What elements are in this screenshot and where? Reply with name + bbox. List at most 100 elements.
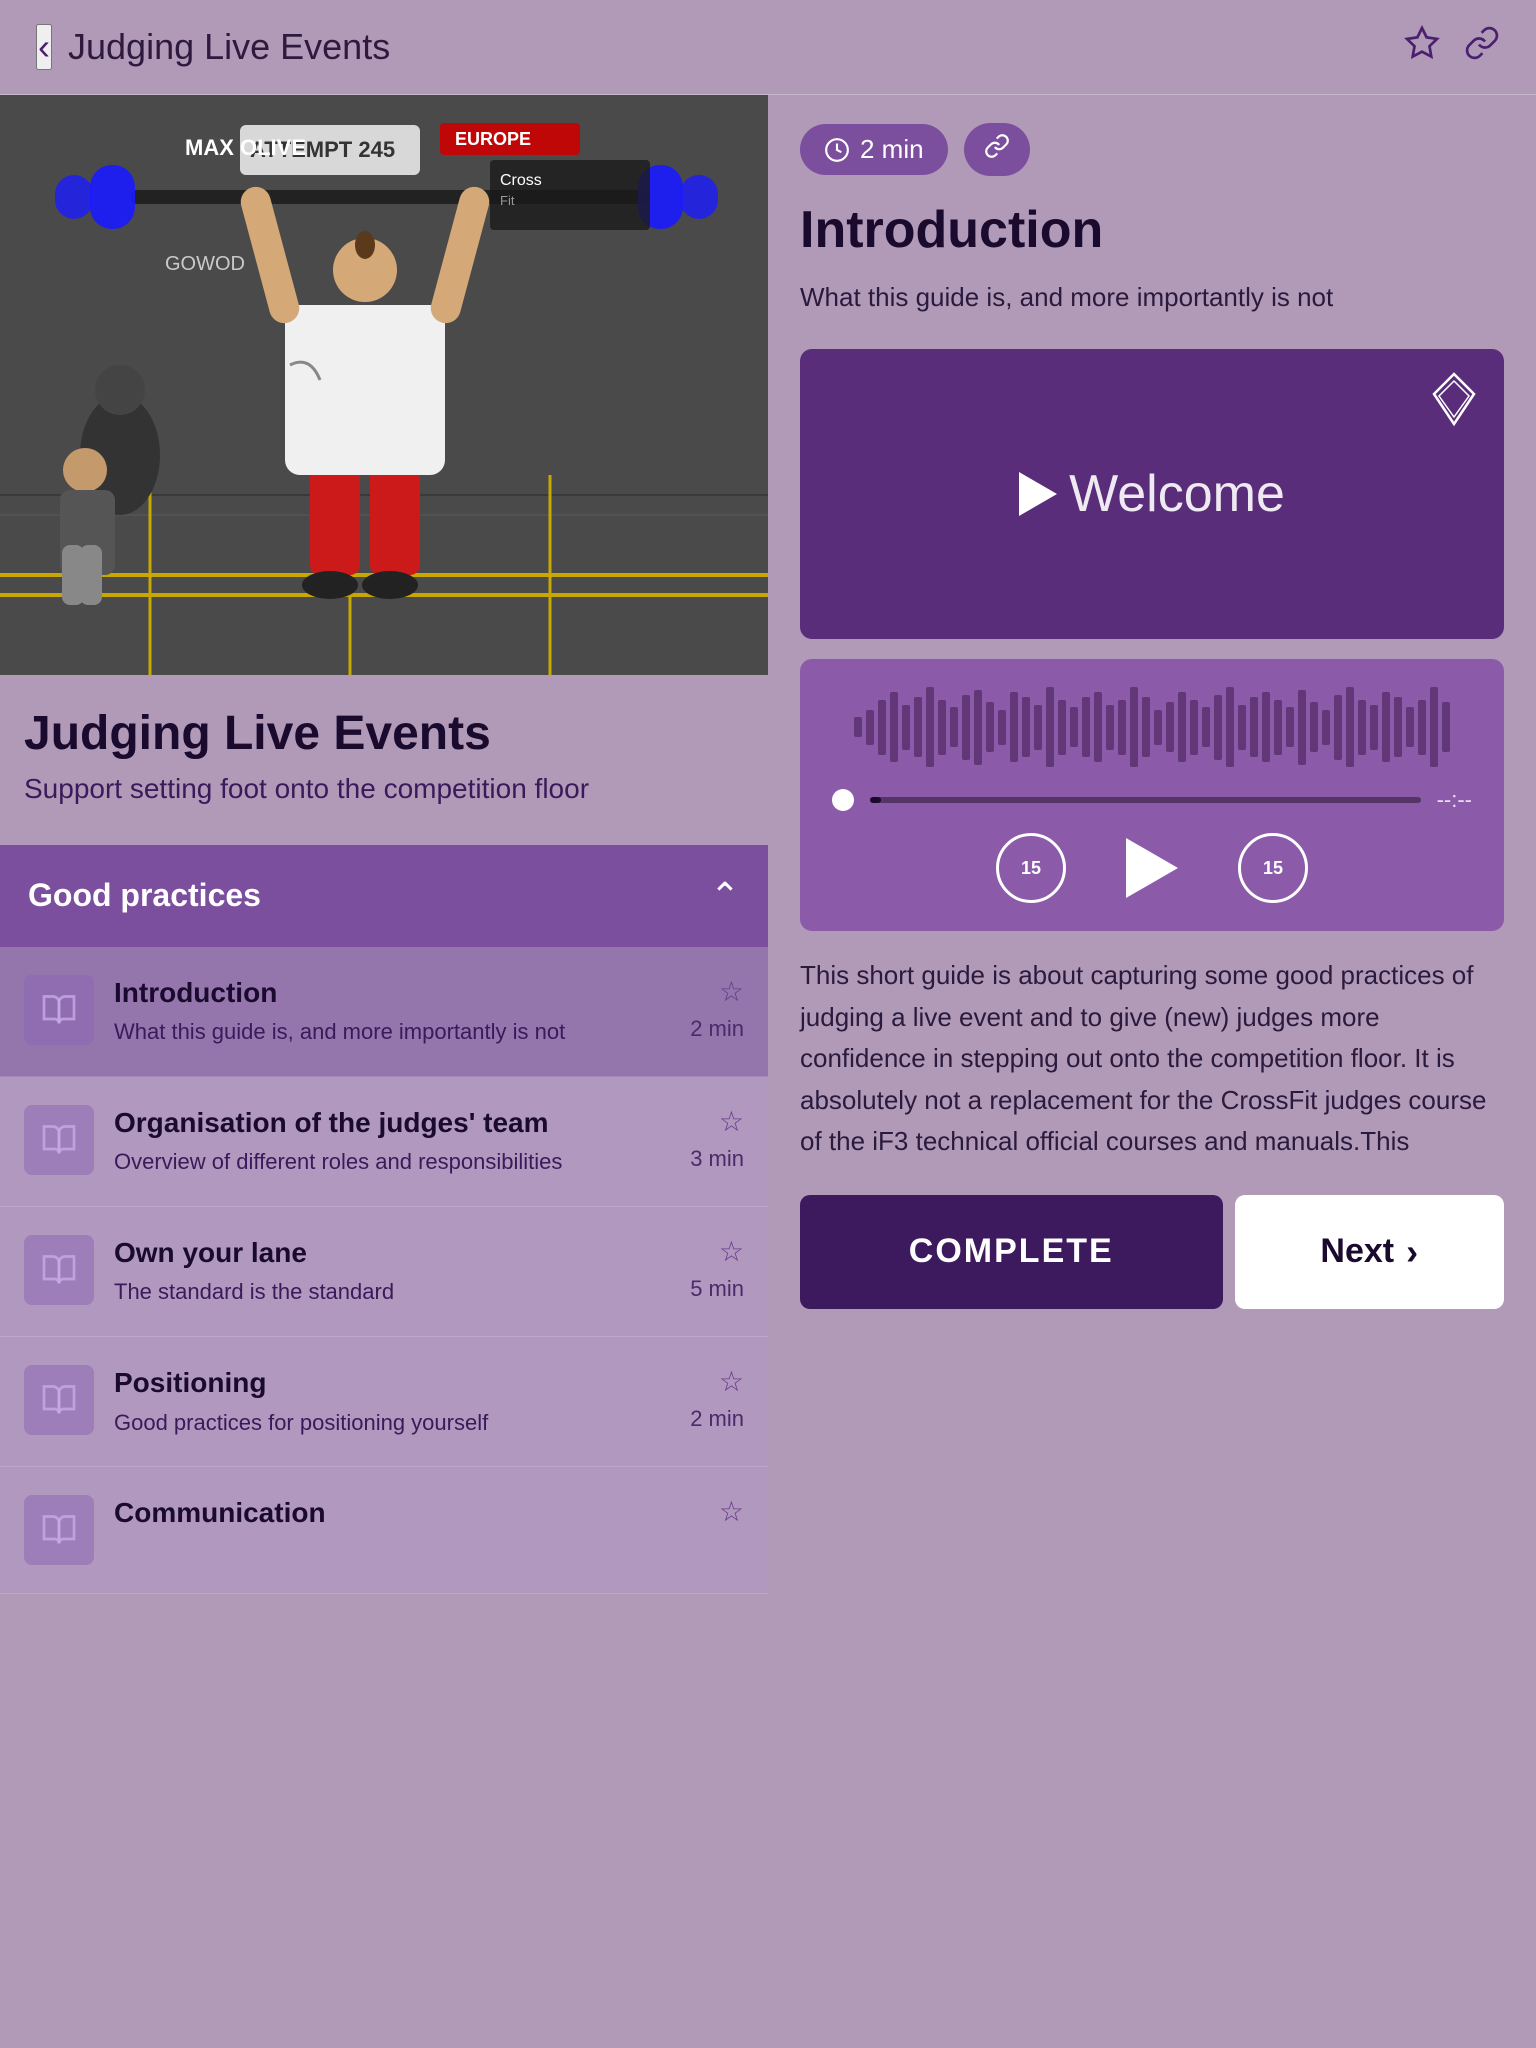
complete-button[interactable]: COMPLETE [800,1195,1223,1309]
waveform-bar [1334,695,1342,760]
waveform-bar [1070,707,1078,747]
waveform-bar [962,695,970,760]
waveform-bar [1082,697,1090,757]
lesson-meta-introduction: ☆ 2 min [690,975,744,1042]
waveform-bar [1310,702,1318,752]
lesson-name: Introduction [114,975,670,1011]
bookmark-star-organisation[interactable]: ☆ [719,1105,744,1138]
lesson-meta-own-your-lane: ☆ 5 min [690,1235,744,1302]
waveform-bar [938,700,946,755]
lesson-desc-organisation: Overview of different roles and responsi… [114,1147,670,1178]
waveform-bar [1394,697,1402,757]
lesson-icon-box-organisation [24,1105,94,1175]
lesson-meta-communication: ☆ [719,1495,744,1528]
progress-track[interactable] [870,797,1421,803]
skip-back-button[interactable]: 15 [996,833,1066,903]
progress-fill [870,797,881,803]
svg-text:Fit: Fit [500,193,515,208]
lesson-item-communication[interactable]: Communication ☆ [0,1467,768,1594]
lesson-name-organisation: Organisation of the judges' team [114,1105,670,1141]
lesson-item-introduction[interactable]: Introduction What this guide is, and mor… [0,947,768,1077]
lesson-content-communication: Communication [114,1495,699,1531]
waveform-bar [926,687,934,767]
waveform-bar [1046,687,1054,767]
waveform-bar [974,690,982,765]
header: ‹ Judging Live Events [0,0,1536,95]
lesson-content-organisation: Organisation of the judges' team Overvie… [114,1105,670,1178]
time-badge: 2 min [800,124,948,175]
waveform-bar [1250,697,1258,757]
lesson-desc-own-your-lane: The standard is the standard [114,1277,670,1308]
skip-back-number: 15 [1021,858,1041,879]
waveform-bar [950,707,958,747]
skip-forward-number: 15 [1263,858,1283,879]
waveform-bar [1226,687,1234,767]
lesson-desc-positioning: Good practices for positioning yourself [114,1408,670,1439]
lesson-meta-organisation: ☆ 3 min [690,1105,744,1172]
hero-image: ATTEMPT 245 EUROPE Cross Fit GOWOD MAX O… [0,95,768,675]
waveform-bar [986,702,994,752]
meta-row: 2 min [800,123,1504,176]
waveform-bar [1406,707,1414,747]
waveform-bar [878,700,886,755]
waveform-bar [1262,692,1270,762]
lesson-icon-box-positioning [24,1365,94,1435]
lesson-item-positioning[interactable]: Positioning Good practices for positioni… [0,1337,768,1467]
waveform-bar [1178,692,1186,762]
link-button[interactable] [1464,25,1500,70]
waveform-bar [1166,702,1174,752]
waveform-bar [1418,700,1426,755]
waveform-bar [1370,705,1378,750]
lesson-item-own-your-lane[interactable]: Own your lane The standard is the standa… [0,1207,768,1337]
video-title-text: Welcome [1019,464,1285,524]
waveform-bar [1022,697,1030,757]
good-practices-header[interactable]: Good practices ⌃ [0,845,768,947]
lesson-content-own-your-lane: Own your lane The standard is the standa… [114,1235,670,1308]
play-icon [1019,472,1057,516]
lesson-duration-introduction: 2 min [690,1016,744,1042]
bookmark-star-own-your-lane[interactable]: ☆ [719,1235,744,1268]
lesson-icon-box-communication [24,1495,94,1565]
waveform-bar [1094,692,1102,762]
next-label: Next [1320,1232,1394,1271]
svg-text:EUROPE: EUROPE [455,129,531,149]
link-badge[interactable] [964,123,1030,176]
progress-row: --:-- [832,787,1472,813]
body-text: This short guide is about capturing some… [800,955,1504,1163]
waveform-bar [1238,705,1246,750]
waveform-bar [902,705,910,750]
waveform-bar [866,710,874,745]
waveform-bar [1430,687,1438,767]
waveform-bar [1130,687,1138,767]
next-arrow-icon: › [1406,1231,1418,1273]
waveform [832,687,1472,767]
next-button[interactable]: Next › [1235,1195,1505,1309]
course-title-section: Judging Live Events Support setting foot… [0,675,768,817]
waveform-bar [1010,692,1018,762]
waveform-bar [1298,690,1306,765]
course-title: Judging Live Events [24,705,744,763]
good-practices-title: Good practices [28,877,261,914]
progress-dot[interactable] [832,789,854,811]
waveform-bar [1442,702,1450,752]
lesson-duration-positioning: 2 min [690,1406,744,1432]
lessons-list: Introduction What this guide is, and mor… [0,947,768,1595]
skip-forward-button[interactable]: 15 [1238,833,1308,903]
play-button[interactable] [1126,838,1178,898]
lesson-item-organisation[interactable]: Organisation of the judges' team Overvie… [0,1077,768,1207]
audio-player: --:-- 15 15 [800,659,1504,931]
header-actions [1404,25,1500,70]
video-player[interactable]: Welcome [800,349,1504,639]
bookmark-star-positioning[interactable]: ☆ [719,1365,744,1398]
svg-text:Cross: Cross [500,172,542,189]
bookmark-star-introduction[interactable]: ☆ [719,975,744,1008]
bookmark-button[interactable] [1404,25,1440,70]
waveform-bar [1034,705,1042,750]
content-title: Introduction [800,200,1504,260]
waveform-bar [1058,700,1066,755]
waveform-bar [1358,700,1366,755]
left-panel: ATTEMPT 245 EUROPE Cross Fit GOWOD MAX O… [0,95,768,1594]
bookmark-star-communication[interactable]: ☆ [719,1495,744,1528]
skip-back-circle: 15 [996,833,1066,903]
back-button[interactable]: ‹ [36,24,52,70]
